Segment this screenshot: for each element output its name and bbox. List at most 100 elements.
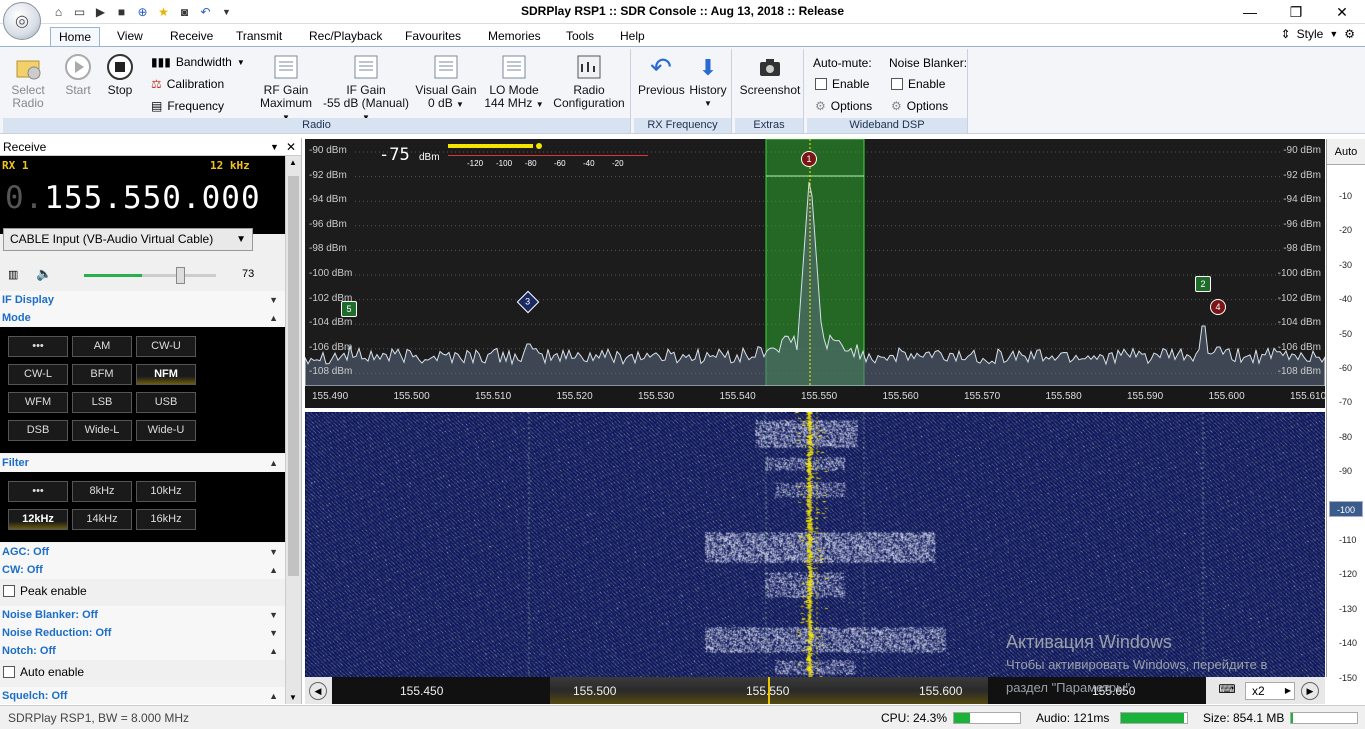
waterfall-level-scale[interactable]: Auto -10 -20 -30 -40 -50 -60 -70 -80 -90 -100 -110… bbox=[1326, 139, 1365, 683]
mode-button-wide-u[interactable]: Wide-U bbox=[136, 420, 196, 441]
select-radio-button[interactable]: Select Radio bbox=[5, 53, 51, 110]
tab-receive[interactable]: Receive bbox=[166, 27, 217, 46]
filter-button-14khz[interactable]: 14kHz bbox=[72, 509, 132, 530]
updown-icon[interactable]: ⇕ bbox=[1281, 27, 1291, 41]
marker-1[interactable]: 1 bbox=[801, 151, 817, 167]
radio-configuration-button[interactable]: Radio Configuration bbox=[551, 53, 627, 110]
tab-transmit[interactable]: Transmit bbox=[232, 27, 286, 46]
style-label[interactable]: Style bbox=[1297, 27, 1324, 41]
mode-button-dsb[interactable]: DSB bbox=[8, 420, 68, 441]
cw-section[interactable]: CW: Off ▲ bbox=[0, 561, 286, 579]
style-dropdown-icon[interactable]: ▼ bbox=[1329, 29, 1338, 39]
marker-4[interactable]: 4 bbox=[1210, 299, 1226, 315]
bandwidth-button[interactable]: ▮▮▮ Bandwidth ▼ bbox=[151, 55, 245, 69]
application-menu-button[interactable]: ◎ bbox=[3, 2, 41, 40]
agc-section[interactable]: AGC: Off ▼ bbox=[0, 543, 286, 561]
mode-button-lsb[interactable]: LSB bbox=[72, 392, 132, 413]
zoom-select[interactable]: x2 ▶ bbox=[1245, 682, 1295, 700]
if-display-section[interactable]: IF Display ▼ bbox=[0, 291, 286, 309]
nav-left-button[interactable]: ◀ bbox=[309, 682, 327, 700]
scrollbar-thumb[interactable] bbox=[288, 176, 299, 576]
previous-label: Previous bbox=[638, 83, 685, 97]
volume-slider-track[interactable] bbox=[84, 267, 216, 284]
auto-enable-checkbox[interactable]: Auto enable bbox=[3, 665, 84, 679]
mode-button-usb[interactable]: USB bbox=[136, 392, 196, 413]
audio-device-select[interactable]: CABLE Input (VB-Audio Virtual Cable) ▼ bbox=[3, 228, 253, 251]
tab-tools[interactable]: Tools bbox=[562, 27, 598, 46]
freq-tick: 155.610 bbox=[1290, 391, 1327, 402]
rf-gain-dropdown[interactable]: RF Gain Maximum ▼ bbox=[255, 53, 317, 124]
equalizer-icon[interactable]: ▥ bbox=[8, 268, 18, 281]
peak-enable-checkbox[interactable]: Peak enable bbox=[3, 584, 87, 598]
filter-button-12khz[interactable]: 12kHz bbox=[8, 509, 68, 530]
tab-memories[interactable]: Memories bbox=[484, 27, 545, 46]
marker-5[interactable]: 5 bbox=[341, 301, 357, 317]
volume-slider-thumb[interactable] bbox=[176, 267, 186, 284]
mode-collapse-icon: ▲ bbox=[269, 313, 278, 323]
tab-rec-playback[interactable]: Rec/Playback bbox=[305, 27, 386, 46]
automute-options-button[interactable]: ⚙ Options bbox=[815, 99, 872, 113]
squelch-section[interactable]: Squelch: Off ▲ bbox=[0, 687, 286, 704]
calibration-button[interactable]: ⚖ Calibration bbox=[151, 77, 224, 91]
receive-panel-scrollbar[interactable]: ▲ ▼ bbox=[285, 156, 301, 704]
restore-button[interactable]: ❐ bbox=[1273, 0, 1319, 24]
screenshot-button[interactable]: Screenshot bbox=[738, 53, 802, 97]
mode-section[interactable]: Mode ▲ bbox=[0, 309, 286, 327]
tab-help[interactable]: Help bbox=[616, 27, 649, 46]
history-button[interactable]: ⬇ History ▼ bbox=[686, 53, 730, 110]
lo-mode-dropdown[interactable]: LO Mode 144 MHz ▼ bbox=[483, 53, 545, 111]
mode-button-more[interactable]: ••• bbox=[8, 336, 68, 357]
filter-section[interactable]: Filter ▲ bbox=[0, 454, 286, 472]
smeter-bar bbox=[448, 144, 533, 148]
visual-gain-dropdown[interactable]: Visual Gain 0 dB ▼ bbox=[415, 53, 477, 111]
noise-blanker-section[interactable]: Noise Blanker: Off ▼ bbox=[0, 606, 286, 624]
mode-button-nfm[interactable]: NFM bbox=[136, 364, 196, 385]
panel-close-icon[interactable]: ✕ bbox=[286, 140, 296, 154]
keyboard-icon[interactable]: ⌨ bbox=[1215, 682, 1239, 700]
frequency-digits[interactable]: 0.155.550.000 bbox=[5, 180, 261, 216]
scroll-up-icon[interactable]: ▲ bbox=[289, 158, 297, 167]
start-button[interactable]: Start bbox=[59, 53, 97, 97]
marker-2[interactable]: 2 bbox=[1195, 276, 1211, 292]
squelch-collapse-icon: ▲ bbox=[269, 691, 278, 701]
filter-button-more[interactable]: ••• bbox=[8, 481, 68, 502]
tab-favourites[interactable]: Favourites bbox=[401, 27, 465, 46]
previous-button[interactable]: ↶ Previous bbox=[638, 53, 685, 97]
scroll-down-icon[interactable]: ▼ bbox=[289, 693, 297, 702]
noise-reduction-section[interactable]: Noise Reduction: Off ▼ bbox=[0, 624, 286, 642]
tab-view[interactable]: View bbox=[113, 27, 147, 46]
mode-button-cw-l[interactable]: CW-L bbox=[8, 364, 68, 385]
notch-section[interactable]: Notch: Off ▲ bbox=[0, 642, 286, 660]
frequency-display[interactable]: RX 1 12 kHz 0.155.550.000 bbox=[0, 156, 286, 234]
frequency-axis[interactable]: 155.490 155.500 155.510 155.520 155.530 155.5… bbox=[305, 386, 1327, 408]
speaker-icon[interactable]: 🔈 bbox=[36, 266, 52, 282]
minimize-button[interactable]: — bbox=[1227, 0, 1273, 24]
zoom-value: x2 bbox=[1252, 684, 1265, 698]
mode-button-cw-u[interactable]: CW-U bbox=[136, 336, 196, 357]
panel-dropdown-icon[interactable]: ▼ bbox=[270, 142, 279, 152]
filter-button-8khz[interactable]: 8kHz bbox=[72, 481, 132, 502]
filter-button-16khz[interactable]: 16kHz bbox=[136, 509, 196, 530]
auto-button[interactable]: Auto bbox=[1327, 139, 1365, 165]
gear-icon[interactable]: ⚙ bbox=[1344, 27, 1355, 41]
waterfall-display[interactable]: Активация Windows Чтобы активировать Win… bbox=[305, 412, 1325, 677]
close-button[interactable]: ✕ bbox=[1319, 0, 1365, 24]
mode-button-wfm[interactable]: WFM bbox=[8, 392, 68, 413]
noise-blanker-label: Noise Blanker: bbox=[889, 56, 968, 70]
filter-button-10khz[interactable]: 10kHz bbox=[136, 481, 196, 502]
mode-button-am[interactable]: AM bbox=[72, 336, 132, 357]
nb-enable-checkbox[interactable]: Enable bbox=[891, 77, 945, 91]
stop-button[interactable]: Stop bbox=[101, 53, 139, 97]
mode-button-wide-l[interactable]: Wide-L bbox=[72, 420, 132, 441]
nb-options-button[interactable]: ⚙ Options bbox=[891, 99, 948, 113]
nav-right-button[interactable]: ▶ bbox=[1301, 682, 1319, 700]
start-label: Start bbox=[65, 83, 91, 97]
bottom-navigator[interactable]: ◀ 155.450 155.500 155.550 155.600 155.650 ⌨ … bbox=[305, 677, 1325, 704]
frequency-button[interactable]: ▤ Frequency bbox=[151, 99, 224, 113]
if-gain-dropdown[interactable]: IF Gain -55 dB (Manual) ▼ bbox=[319, 53, 413, 124]
tab-home[interactable]: Home bbox=[50, 27, 100, 46]
automute-enable-checkbox[interactable]: Enable bbox=[815, 77, 869, 91]
mode-button-bfm[interactable]: BFM bbox=[72, 364, 132, 385]
automute-gear-icon: ⚙ bbox=[815, 99, 826, 113]
spectrum-display[interactable]: -75 dBm -120 -100 -80 -60 -40 -20 -90 dBm -92 … bbox=[305, 139, 1325, 386]
